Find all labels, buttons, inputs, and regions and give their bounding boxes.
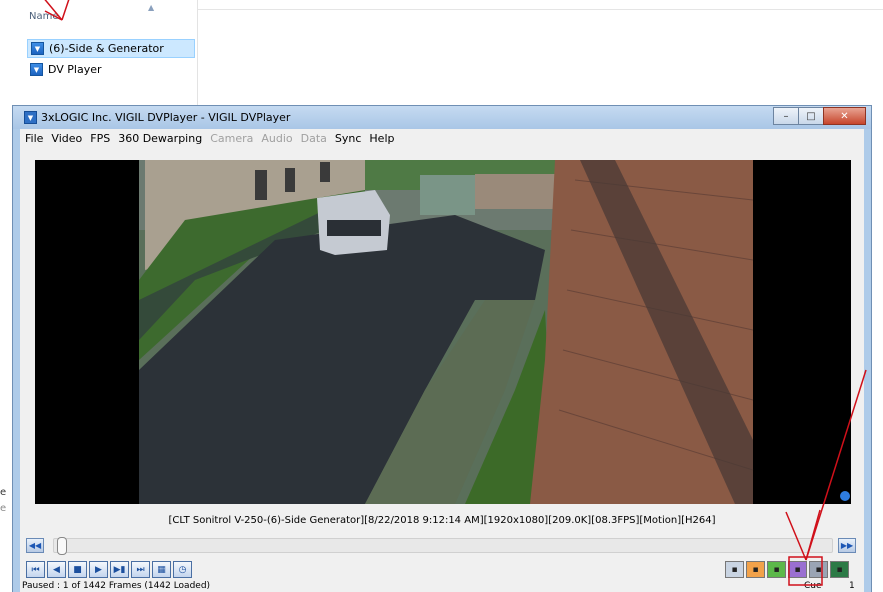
save-icon: ▪ [794, 564, 801, 575]
skip-to-start-button[interactable]: ⏮ [26, 561, 45, 578]
minimize-button[interactable]: – [773, 107, 799, 125]
file-item-side-generator[interactable]: ▼ (6)-Side & Generator [27, 39, 195, 58]
step-forward-button[interactable]: ▶▮ [110, 561, 129, 578]
stop-button[interactable]: ■ [68, 561, 87, 578]
double-left-arrow-icon: ◀◀ [26, 538, 44, 553]
clock-icon: ◷ [178, 564, 187, 575]
menu-help[interactable]: Help [365, 132, 398, 145]
print-frame-icon: ▪ [752, 564, 759, 575]
video-osd-info: [CLT Sonitrol V-250-(6)-Side Generator][… [168, 515, 716, 526]
step-back-icon: ◀ [53, 564, 60, 575]
tool-buttons: ▪ ▪ ▪ ▪ ▪ ▪ [725, 561, 851, 578]
window-title: 3xLOGIC Inc. VIGIL DVPlayer - VIGIL DVPl… [41, 111, 291, 124]
export-avi-icon: ▪ [773, 564, 780, 575]
menu-file[interactable]: File [21, 132, 47, 145]
player-client-area: File Video FPS 360 Dewarping Camera Audio Data… [20, 129, 864, 592]
menu-360-dewarping[interactable]: 360 Dewarping [114, 132, 206, 145]
fullscreen-icon: ▪ [836, 564, 843, 575]
name-column-header[interactable]: Name [29, 11, 59, 22]
file-item-label: (6)-Side & Generator [49, 42, 164, 55]
menu-fps[interactable]: FPS [86, 132, 114, 145]
app-icon: ▼ [24, 111, 37, 124]
menu-data: Data [300, 131, 327, 145]
video-scene [35, 160, 851, 504]
export-button[interactable]: ▦ [152, 561, 171, 578]
skip-to-end-button[interactable]: ⏭ [131, 561, 150, 578]
title-bar[interactable]: ▼ 3xLOGIC Inc. VIGIL DVPlayer - VIGIL DV… [13, 106, 871, 129]
snapshot-button[interactable]: ▪ [725, 561, 744, 578]
clock-button[interactable]: ◷ [173, 561, 192, 578]
close-button[interactable]: ✕ [823, 107, 866, 125]
sort-ascending-icon: ▲ [148, 3, 155, 12]
menu-sync[interactable]: Sync [331, 132, 366, 145]
video-frame[interactable] [35, 160, 851, 504]
playback-controls: ⏮ ◀ ■ ▶ ▶▮ ⏭ ▦ ◷ [26, 561, 194, 578]
export-icon: ▦ [157, 564, 166, 575]
save-button[interactable]: ▪ [788, 561, 807, 578]
double-right-arrow-icon: ▶▶ [838, 538, 856, 553]
explorer-divider [198, 9, 883, 10]
file-item-dv-player[interactable]: ▼ DV Player [27, 60, 195, 79]
menu-camera: Camera [210, 131, 254, 145]
seek-thumb[interactable] [57, 537, 67, 555]
cue-label: Cue [804, 581, 822, 591]
video-file-icon: ▼ [30, 63, 43, 76]
menu-audio: Audio [261, 131, 293, 145]
menu-video[interactable]: Video [47, 132, 86, 145]
cutoff-text: e [0, 503, 7, 514]
fullscreen-button[interactable]: ▪ [830, 561, 849, 578]
cue-value: 1 [849, 581, 855, 591]
snapshot-icon: ▪ [731, 564, 738, 575]
seek-bar[interactable] [53, 537, 833, 555]
skip-to-start-icon: ⏮ [31, 564, 40, 575]
step-back-button[interactable]: ◀ [47, 561, 66, 578]
disk-icon: ▪ [815, 564, 822, 575]
menu-bar: File Video FPS 360 Dewarping Camera Audio Data… [20, 129, 864, 147]
play-button[interactable]: ▶ [89, 561, 108, 578]
play-icon: ▶ [95, 564, 102, 575]
step-forward-icon: ▶▮ [113, 564, 126, 575]
file-item-label: DV Player [48, 63, 102, 76]
status-text: Paused : 1 of 1442 Frames (1442 Loaded) [20, 580, 864, 592]
stop-icon: ■ [73, 564, 82, 575]
maximize-button[interactable]: □ [798, 107, 824, 125]
print-frame-button[interactable]: ▪ [746, 561, 765, 578]
seek-back-button[interactable]: ◀◀ [26, 538, 44, 553]
seek-forward-button[interactable]: ▶▶ [838, 538, 856, 553]
video-file-icon: ▼ [31, 42, 44, 55]
skip-to-end-icon: ⏭ [136, 564, 145, 575]
dvplayer-window: ▼ 3xLOGIC Inc. VIGIL DVPlayer - VIGIL DV… [12, 105, 872, 592]
disk-button[interactable]: ▪ [809, 561, 828, 578]
cutoff-text: e [0, 487, 7, 498]
export-avi-button[interactable]: ▪ [767, 561, 786, 578]
